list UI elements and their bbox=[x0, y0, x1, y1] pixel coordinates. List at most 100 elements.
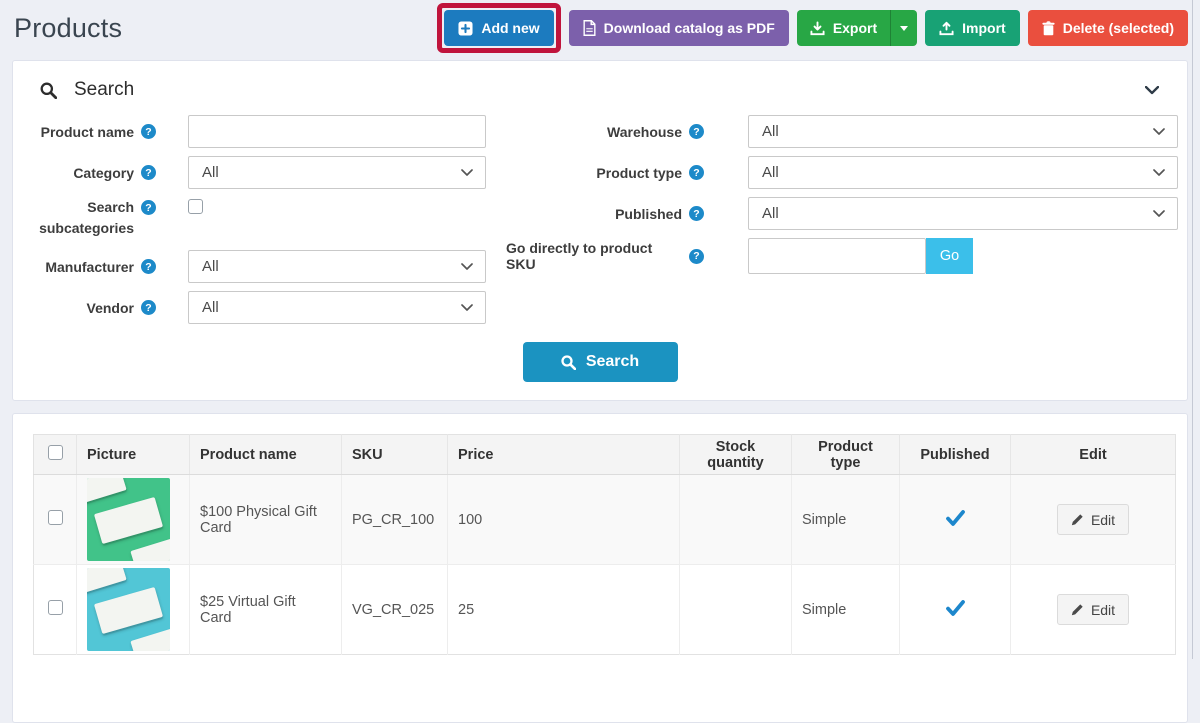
category-control: All bbox=[188, 156, 486, 189]
product-type-select[interactable]: All bbox=[748, 156, 1178, 189]
export-split-button: Export bbox=[797, 10, 917, 46]
delete-selected-button[interactable]: Delete (selected) bbox=[1028, 10, 1188, 46]
edit-button-label: Edit bbox=[1091, 512, 1115, 528]
help-icon[interactable] bbox=[689, 165, 704, 180]
help-icon[interactable] bbox=[141, 124, 156, 139]
published-label: Published bbox=[615, 206, 682, 222]
column-header-published: Published bbox=[900, 435, 1011, 475]
column-header-edit: Edit bbox=[1011, 435, 1176, 475]
product-thumbnail-gift-cards-teal bbox=[87, 568, 170, 651]
help-icon[interactable] bbox=[141, 259, 156, 274]
download-icon bbox=[810, 21, 825, 36]
product-type-label: Product type bbox=[596, 165, 682, 181]
annotation-highlight-box: Add new bbox=[437, 3, 560, 53]
vendor-select[interactable]: All bbox=[188, 291, 486, 324]
manufacturer-select-value: All bbox=[202, 258, 219, 275]
select-all-checkbox[interactable] bbox=[48, 445, 63, 460]
price-cell: 25 bbox=[448, 565, 680, 655]
export-button[interactable]: Export bbox=[797, 10, 890, 46]
search-panel-title: Search bbox=[74, 79, 134, 101]
search-button-row: Search bbox=[13, 342, 1187, 382]
chevron-down-icon bbox=[461, 304, 473, 311]
edit-cell: Edit bbox=[1011, 565, 1176, 655]
vendor-label: Vendor bbox=[87, 300, 134, 316]
help-icon[interactable] bbox=[141, 200, 156, 215]
picture-cell bbox=[77, 565, 190, 655]
export-label: Export bbox=[833, 20, 877, 36]
field-row-search-subcategories: Search subcategories bbox=[13, 197, 506, 242]
category-label-group: Category bbox=[13, 165, 156, 181]
check-icon bbox=[946, 600, 965, 616]
stock-quantity-cell bbox=[680, 565, 792, 655]
product-type-label-group: Product type bbox=[506, 165, 704, 181]
page-title: Products bbox=[14, 13, 122, 44]
product-type-select-value: All bbox=[762, 164, 779, 181]
help-icon[interactable] bbox=[689, 206, 704, 221]
top-bar: Products Add new Download catalog as PDF… bbox=[0, 0, 1200, 54]
product-name-label: Product name bbox=[41, 124, 134, 140]
search-button[interactable]: Search bbox=[523, 342, 678, 382]
check-icon bbox=[946, 510, 965, 526]
category-select[interactable]: All bbox=[188, 156, 486, 189]
sku-cell: VG_CR_025 bbox=[342, 565, 448, 655]
published-select[interactable]: All bbox=[748, 197, 1178, 230]
search-panel-header: Search bbox=[13, 61, 1187, 115]
product-type-cell: Simple bbox=[792, 565, 900, 655]
search-form: Product name Category All bbox=[13, 115, 1187, 332]
stock-quantity-cell bbox=[680, 475, 792, 565]
row-select-cell bbox=[34, 475, 77, 565]
caret-down-icon bbox=[900, 26, 908, 31]
import-button[interactable]: Import bbox=[925, 10, 1020, 46]
add-new-button[interactable]: Add new bbox=[444, 10, 553, 46]
magnifier-icon bbox=[561, 355, 576, 370]
row-checkbox[interactable] bbox=[48, 510, 63, 525]
manufacturer-select[interactable]: All bbox=[188, 250, 486, 283]
published-cell bbox=[900, 475, 1011, 565]
table-row: $25 Virtual Gift Card VG_CR_025 25 Simpl… bbox=[34, 565, 1176, 655]
edit-button[interactable]: Edit bbox=[1057, 504, 1129, 535]
products-table-panel: Picture Product name SKU Price Stock qua… bbox=[12, 413, 1188, 723]
chevron-down-icon bbox=[1153, 210, 1165, 217]
manufacturer-label: Manufacturer bbox=[45, 259, 134, 275]
help-icon[interactable] bbox=[689, 124, 704, 139]
go-to-sku-input[interactable] bbox=[748, 238, 926, 274]
vendor-select-value: All bbox=[202, 299, 219, 316]
field-row-published: Published All bbox=[506, 197, 1187, 230]
product-type-control: All bbox=[748, 156, 1178, 189]
search-panel: Search Product name Category bbox=[12, 60, 1188, 401]
field-row-product-type: Product type All bbox=[506, 156, 1187, 189]
chevron-down-icon bbox=[1145, 86, 1159, 95]
chevron-down-icon bbox=[461, 263, 473, 270]
table-row: $100 Physical Gift Card PG_CR_100 100 Si… bbox=[34, 475, 1176, 565]
row-select-cell bbox=[34, 565, 77, 655]
product-name-cell: $25 Virtual Gift Card bbox=[190, 565, 342, 655]
export-dropdown-toggle[interactable] bbox=[890, 10, 917, 46]
help-icon[interactable] bbox=[689, 249, 704, 264]
download-pdf-button[interactable]: Download catalog as PDF bbox=[569, 10, 789, 46]
import-label: Import bbox=[962, 20, 1006, 36]
edit-button[interactable]: Edit bbox=[1057, 594, 1129, 625]
warehouse-label-group: Warehouse bbox=[506, 124, 704, 140]
help-icon[interactable] bbox=[141, 165, 156, 180]
field-row-product-name: Product name bbox=[13, 115, 506, 148]
search-subcategories-label: Search subcategories bbox=[39, 199, 134, 236]
search-subcategories-checkbox[interactable] bbox=[188, 199, 203, 214]
chevron-down-icon bbox=[461, 169, 473, 176]
field-row-go-to-sku: Go directly to product SKU Go bbox=[506, 238, 1187, 274]
product-name-input[interactable] bbox=[188, 115, 486, 148]
table-header-row: Picture Product name SKU Price Stock qua… bbox=[34, 435, 1176, 475]
row-checkbox[interactable] bbox=[48, 600, 63, 615]
download-pdf-label: Download catalog as PDF bbox=[604, 20, 775, 36]
column-header-price: Price bbox=[448, 435, 680, 475]
edit-cell: Edit bbox=[1011, 475, 1176, 565]
go-to-sku-label-group: Go directly to product SKU bbox=[506, 240, 704, 272]
column-header-product-name: Product name bbox=[190, 435, 342, 475]
plus-square-icon bbox=[458, 21, 473, 36]
help-icon[interactable] bbox=[141, 300, 156, 315]
manufacturer-label-group: Manufacturer bbox=[13, 259, 156, 275]
go-button[interactable]: Go bbox=[926, 238, 973, 274]
warehouse-select[interactable]: All bbox=[748, 115, 1178, 148]
collapse-panel-button[interactable] bbox=[1141, 82, 1163, 99]
add-new-label: Add new bbox=[481, 20, 539, 36]
vendor-label-group: Vendor bbox=[13, 300, 156, 316]
